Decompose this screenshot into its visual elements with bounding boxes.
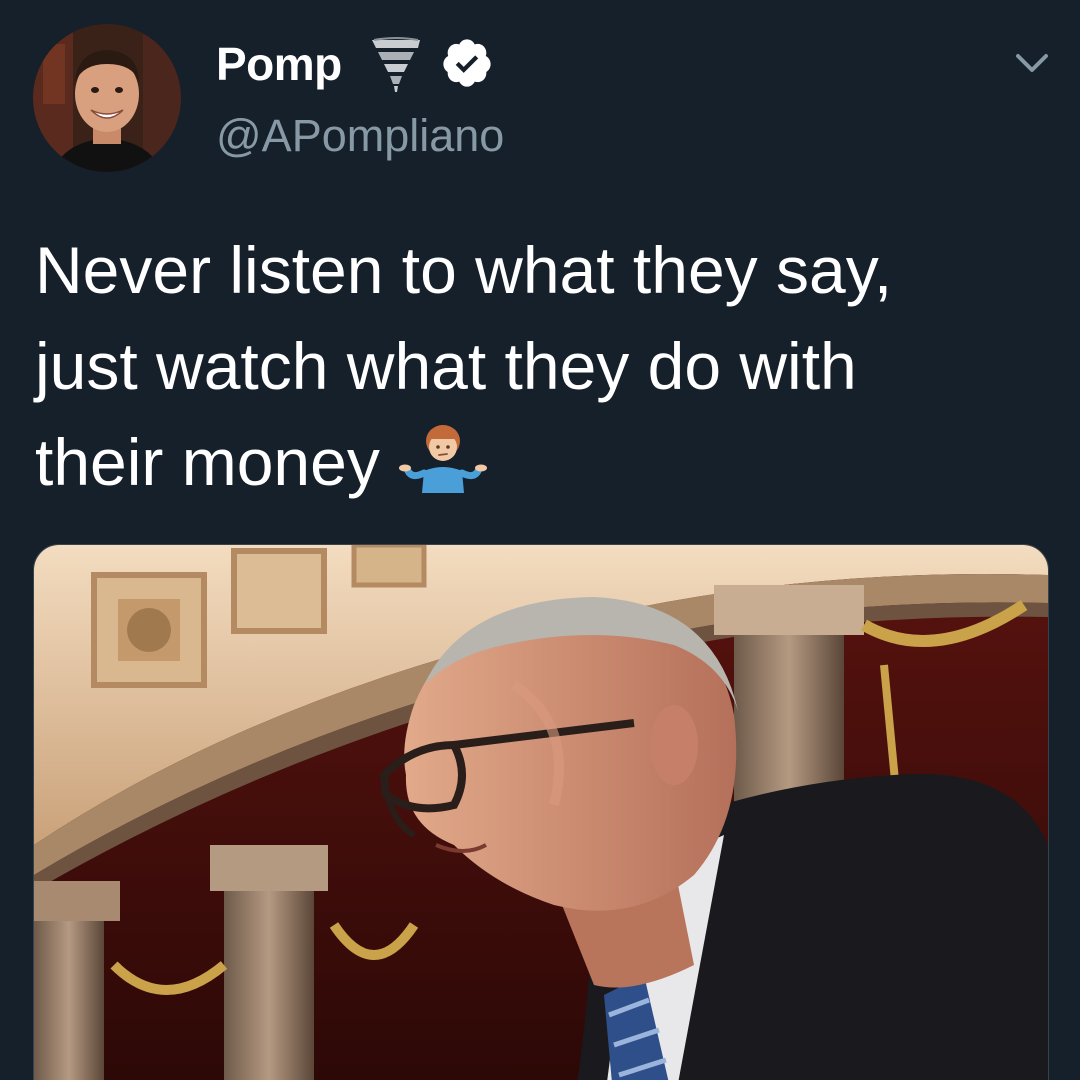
- user-handle[interactable]: @APompliano: [216, 108, 504, 164]
- chevron-down-icon[interactable]: [1010, 46, 1054, 80]
- tweet-text-fragment: their money: [35, 425, 380, 499]
- tweet-text-line: just watch what they do with: [35, 329, 857, 403]
- photo-of-man-in-glasses-capitol-rotunda-icon: [34, 545, 1048, 1080]
- verified-badge-icon: [443, 39, 491, 87]
- tweet-text: Never listen to what they say, just watc…: [35, 222, 1045, 510]
- tweet-text-line: their money: [35, 414, 1045, 510]
- tweet-media[interactable]: [33, 544, 1049, 1080]
- profile-photo-icon: [33, 24, 181, 172]
- display-name[interactable]: Pomp: [216, 36, 342, 92]
- tweet-text-line: Never listen to what they say,: [35, 233, 893, 307]
- avatar[interactable]: [33, 24, 181, 172]
- tornado-icon: [372, 37, 420, 92]
- tweet-card: Pomp @APompliano Never listen to what th…: [0, 0, 1080, 1080]
- man-shrugging-icon: [398, 425, 487, 493]
